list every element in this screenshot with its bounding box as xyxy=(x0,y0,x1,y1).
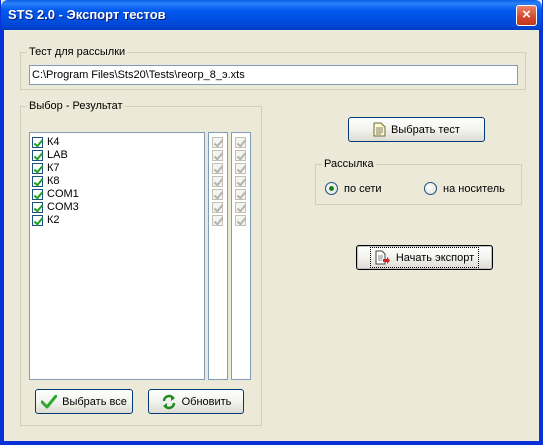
result-checkbox xyxy=(212,150,223,161)
list-item[interactable]: COM1 xyxy=(32,188,79,201)
result-checkbox xyxy=(235,189,246,200)
list-item-label: К8 xyxy=(47,175,60,187)
select-all-button[interactable]: Выбрать все xyxy=(35,389,133,414)
radio-media-label: на носитель xyxy=(443,182,505,195)
list-item-label: К7 xyxy=(47,162,60,174)
list-item[interactable]: LAB xyxy=(32,149,68,162)
item-checkbox[interactable] xyxy=(32,150,43,161)
result-checkbox xyxy=(235,137,246,148)
list-item[interactable]: К4 xyxy=(32,136,60,149)
item-checkbox[interactable] xyxy=(32,202,43,213)
result-checkbox xyxy=(212,163,223,174)
result-cell xyxy=(212,136,223,149)
result-column-2 xyxy=(231,132,251,380)
radio-media[interactable]: на носитель xyxy=(424,182,505,195)
distribution-group: Рассылка по сети на носитель xyxy=(315,157,522,205)
result-cell xyxy=(235,201,246,214)
results-group: Выбор - Результат К4 LAB К7 К8 COM1 COM3… xyxy=(20,99,262,426)
result-cell xyxy=(235,162,246,175)
document-icon xyxy=(373,122,386,137)
window-frame-right xyxy=(539,30,542,445)
close-button[interactable]: × xyxy=(516,5,537,26)
distribution-legend: Рассылка xyxy=(322,157,376,171)
item-checkbox[interactable] xyxy=(32,215,43,226)
list-item[interactable]: К8 xyxy=(32,175,60,188)
result-checkbox xyxy=(235,176,246,187)
result-cell xyxy=(212,214,223,227)
start-export-label: Начать экспорт xyxy=(395,251,475,264)
result-cell xyxy=(235,214,246,227)
result-cell xyxy=(212,175,223,188)
close-icon: × xyxy=(522,6,531,23)
result-checkbox xyxy=(212,202,223,213)
list-item[interactable]: К7 xyxy=(32,162,60,175)
result-checkbox xyxy=(235,163,246,174)
list-item-label: COM1 xyxy=(47,188,79,200)
result-cell xyxy=(235,188,246,201)
radio-network-button[interactable] xyxy=(325,182,338,195)
result-checkbox xyxy=(235,202,246,213)
result-cell xyxy=(212,201,223,214)
result-cell xyxy=(235,149,246,162)
result-cell xyxy=(212,188,223,201)
title-bar[interactable]: STS 2.0 - Экспорт тестов × xyxy=(1,0,542,30)
list-item[interactable]: К2 xyxy=(32,214,60,227)
choose-test-label: Выбрать тест xyxy=(391,123,460,136)
result-cell xyxy=(235,175,246,188)
list-item-label: К4 xyxy=(47,136,60,148)
result-checkbox xyxy=(235,215,246,226)
computer-list[interactable]: К4 LAB К7 К8 COM1 COM3 К2 xyxy=(29,132,205,380)
result-cell xyxy=(235,136,246,149)
item-checkbox[interactable] xyxy=(32,176,43,187)
result-checkbox xyxy=(212,189,223,200)
radio-network[interactable]: по сети xyxy=(325,182,382,195)
list-item-label: К2 xyxy=(47,214,60,226)
list-item-label: COM3 xyxy=(47,201,79,213)
radio-media-button[interactable] xyxy=(424,182,437,195)
result-checkbox xyxy=(212,176,223,187)
test-path-field[interactable]: C:\Program Files\Sts20\Tests\геогр_8_э.x… xyxy=(29,65,518,85)
results-group-legend: Выбор - Результат xyxy=(27,99,125,113)
refresh-label: Обновить xyxy=(181,395,232,408)
list-item[interactable]: COM3 xyxy=(32,201,79,214)
start-export-button[interactable]: Начать экспорт xyxy=(356,245,493,270)
window-title: STS 2.0 - Экспорт тестов xyxy=(8,7,166,22)
result-checkbox xyxy=(212,215,223,226)
result-column-1 xyxy=(208,132,228,380)
radio-network-label: по сети xyxy=(344,182,382,195)
result-cell xyxy=(212,149,223,162)
window-frame-left xyxy=(1,30,4,445)
result-checkbox xyxy=(235,150,246,161)
item-checkbox[interactable] xyxy=(32,163,43,174)
export-document-icon xyxy=(375,250,391,265)
select-all-label: Выбрать все xyxy=(62,395,127,408)
list-item-label: LAB xyxy=(47,149,68,161)
item-checkbox[interactable] xyxy=(32,137,43,148)
checkmark-icon xyxy=(41,394,58,409)
export-window: STS 2.0 - Экспорт тестов × Тест для расс… xyxy=(0,0,543,445)
result-checkbox xyxy=(212,137,223,148)
choose-test-button[interactable]: Выбрать тест xyxy=(348,117,485,142)
test-group: Тест для рассылки C:\Program Files\Sts20… xyxy=(20,45,526,90)
test-group-legend: Тест для рассылки xyxy=(27,45,128,59)
start-export-focus: Начать экспорт xyxy=(369,247,480,268)
result-cell xyxy=(212,162,223,175)
refresh-button[interactable]: Обновить xyxy=(148,389,244,414)
refresh-icon xyxy=(161,394,177,410)
window-frame-bottom xyxy=(1,441,543,444)
item-checkbox[interactable] xyxy=(32,189,43,200)
